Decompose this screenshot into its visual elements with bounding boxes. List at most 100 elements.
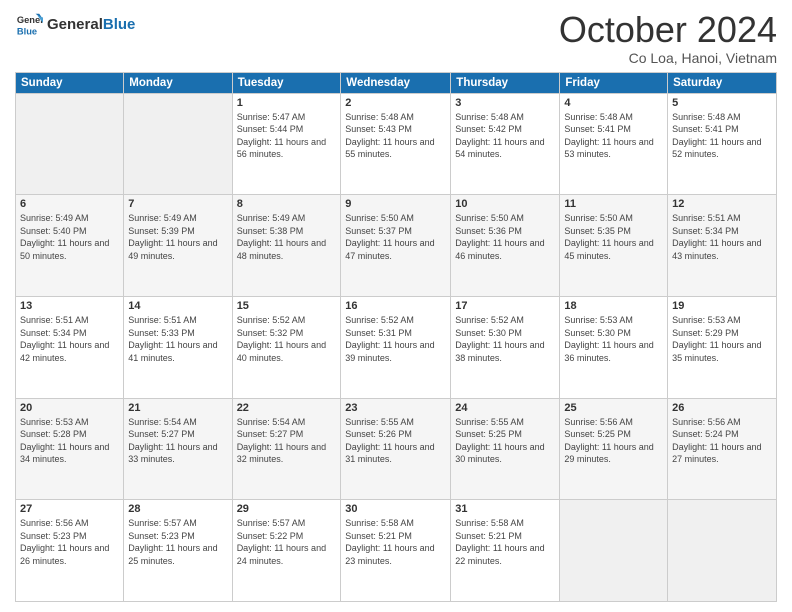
day-detail: Sunrise: 5:52 AMSunset: 5:31 PMDaylight:… <box>345 314 446 364</box>
cell-3-2: 22 Sunrise: 5:54 AMSunset: 5:27 PMDaylig… <box>232 398 341 500</box>
day-detail: Sunrise: 5:55 AMSunset: 5:25 PMDaylight:… <box>455 416 555 466</box>
col-friday: Friday <box>560 72 668 93</box>
day-number: 5 <box>672 97 772 109</box>
day-detail: Sunrise: 5:49 AMSunset: 5:38 PMDaylight:… <box>237 212 337 262</box>
day-detail: Sunrise: 5:54 AMSunset: 5:27 PMDaylight:… <box>128 416 227 466</box>
logo: General Blue General Blue <box>15 10 135 38</box>
day-detail: Sunrise: 5:49 AMSunset: 5:40 PMDaylight:… <box>20 212 119 262</box>
day-detail: Sunrise: 5:53 AMSunset: 5:28 PMDaylight:… <box>20 416 119 466</box>
day-number: 14 <box>128 300 227 312</box>
week-row-2: 13 Sunrise: 5:51 AMSunset: 5:34 PMDaylig… <box>16 296 777 398</box>
month-title: October 2024 <box>559 10 777 50</box>
day-number: 21 <box>128 402 227 414</box>
day-detail: Sunrise: 5:56 AMSunset: 5:23 PMDaylight:… <box>20 517 119 567</box>
header-row: Sunday Monday Tuesday Wednesday Thursday… <box>16 72 777 93</box>
day-detail: Sunrise: 5:51 AMSunset: 5:33 PMDaylight:… <box>128 314 227 364</box>
cell-1-2: 8 Sunrise: 5:49 AMSunset: 5:38 PMDayligh… <box>232 195 341 297</box>
day-number: 17 <box>455 300 555 312</box>
day-detail: Sunrise: 5:54 AMSunset: 5:27 PMDaylight:… <box>237 416 337 466</box>
week-row-3: 20 Sunrise: 5:53 AMSunset: 5:28 PMDaylig… <box>16 398 777 500</box>
day-number: 18 <box>564 300 663 312</box>
day-number: 10 <box>455 198 555 210</box>
day-number: 11 <box>564 198 663 210</box>
cell-2-5: 18 Sunrise: 5:53 AMSunset: 5:30 PMDaylig… <box>560 296 668 398</box>
cell-4-3: 30 Sunrise: 5:58 AMSunset: 5:21 PMDaylig… <box>341 500 451 602</box>
day-number: 19 <box>672 300 772 312</box>
cell-3-5: 25 Sunrise: 5:56 AMSunset: 5:25 PMDaylig… <box>560 398 668 500</box>
day-number: 27 <box>20 503 119 515</box>
day-number: 23 <box>345 402 446 414</box>
location: Co Loa, Hanoi, Vietnam <box>559 50 777 66</box>
cell-3-0: 20 Sunrise: 5:53 AMSunset: 5:28 PMDaylig… <box>16 398 124 500</box>
cell-2-2: 15 Sunrise: 5:52 AMSunset: 5:32 PMDaylig… <box>232 296 341 398</box>
header: General Blue General Blue October 2024 C… <box>15 10 777 66</box>
day-number: 3 <box>455 97 555 109</box>
title-block: October 2024 Co Loa, Hanoi, Vietnam <box>559 10 777 66</box>
day-number: 7 <box>128 198 227 210</box>
cell-1-5: 11 Sunrise: 5:50 AMSunset: 5:35 PMDaylig… <box>560 195 668 297</box>
cell-3-1: 21 Sunrise: 5:54 AMSunset: 5:27 PMDaylig… <box>124 398 232 500</box>
week-row-1: 6 Sunrise: 5:49 AMSunset: 5:40 PMDayligh… <box>16 195 777 297</box>
day-number: 2 <box>345 97 446 109</box>
day-number: 31 <box>455 503 555 515</box>
logo-general: General <box>47 16 103 33</box>
cell-3-4: 24 Sunrise: 5:55 AMSunset: 5:25 PMDaylig… <box>451 398 560 500</box>
cell-4-0: 27 Sunrise: 5:56 AMSunset: 5:23 PMDaylig… <box>16 500 124 602</box>
day-detail: Sunrise: 5:50 AMSunset: 5:36 PMDaylight:… <box>455 212 555 262</box>
day-detail: Sunrise: 5:57 AMSunset: 5:22 PMDaylight:… <box>237 517 337 567</box>
day-number: 16 <box>345 300 446 312</box>
day-detail: Sunrise: 5:50 AMSunset: 5:37 PMDaylight:… <box>345 212 446 262</box>
cell-0-5: 4 Sunrise: 5:48 AMSunset: 5:41 PMDayligh… <box>560 93 668 195</box>
day-detail: Sunrise: 5:56 AMSunset: 5:24 PMDaylight:… <box>672 416 772 466</box>
day-detail: Sunrise: 5:53 AMSunset: 5:29 PMDaylight:… <box>672 314 772 364</box>
day-number: 20 <box>20 402 119 414</box>
day-number: 8 <box>237 198 337 210</box>
cell-4-5 <box>560 500 668 602</box>
week-row-0: 1 Sunrise: 5:47 AMSunset: 5:44 PMDayligh… <box>16 93 777 195</box>
day-detail: Sunrise: 5:48 AMSunset: 5:42 PMDaylight:… <box>455 111 555 161</box>
day-detail: Sunrise: 5:51 AMSunset: 5:34 PMDaylight:… <box>672 212 772 262</box>
day-number: 4 <box>564 97 663 109</box>
day-detail: Sunrise: 5:52 AMSunset: 5:32 PMDaylight:… <box>237 314 337 364</box>
cell-1-3: 9 Sunrise: 5:50 AMSunset: 5:37 PMDayligh… <box>341 195 451 297</box>
day-number: 26 <box>672 402 772 414</box>
calendar-table: Sunday Monday Tuesday Wednesday Thursday… <box>15 72 777 602</box>
day-detail: Sunrise: 5:48 AMSunset: 5:41 PMDaylight:… <box>564 111 663 161</box>
day-number: 25 <box>564 402 663 414</box>
day-detail: Sunrise: 5:52 AMSunset: 5:30 PMDaylight:… <box>455 314 555 364</box>
cell-1-4: 10 Sunrise: 5:50 AMSunset: 5:36 PMDaylig… <box>451 195 560 297</box>
svg-text:Blue: Blue <box>17 26 37 36</box>
cell-3-6: 26 Sunrise: 5:56 AMSunset: 5:24 PMDaylig… <box>668 398 777 500</box>
cell-4-1: 28 Sunrise: 5:57 AMSunset: 5:23 PMDaylig… <box>124 500 232 602</box>
col-wednesday: Wednesday <box>341 72 451 93</box>
cell-1-0: 6 Sunrise: 5:49 AMSunset: 5:40 PMDayligh… <box>16 195 124 297</box>
logo-blue: Blue <box>103 16 136 33</box>
day-detail: Sunrise: 5:56 AMSunset: 5:25 PMDaylight:… <box>564 416 663 466</box>
cell-2-1: 14 Sunrise: 5:51 AMSunset: 5:33 PMDaylig… <box>124 296 232 398</box>
day-number: 30 <box>345 503 446 515</box>
day-detail: Sunrise: 5:49 AMSunset: 5:39 PMDaylight:… <box>128 212 227 262</box>
day-number: 28 <box>128 503 227 515</box>
day-number: 12 <box>672 198 772 210</box>
cell-0-3: 2 Sunrise: 5:48 AMSunset: 5:43 PMDayligh… <box>341 93 451 195</box>
day-number: 9 <box>345 198 446 210</box>
page: General Blue General Blue October 2024 C… <box>0 0 792 612</box>
cell-4-6 <box>668 500 777 602</box>
day-detail: Sunrise: 5:47 AMSunset: 5:44 PMDaylight:… <box>237 111 337 161</box>
cell-2-4: 17 Sunrise: 5:52 AMSunset: 5:30 PMDaylig… <box>451 296 560 398</box>
day-number: 24 <box>455 402 555 414</box>
day-detail: Sunrise: 5:55 AMSunset: 5:26 PMDaylight:… <box>345 416 446 466</box>
cell-4-2: 29 Sunrise: 5:57 AMSunset: 5:22 PMDaylig… <box>232 500 341 602</box>
col-saturday: Saturday <box>668 72 777 93</box>
col-sunday: Sunday <box>16 72 124 93</box>
cell-4-4: 31 Sunrise: 5:58 AMSunset: 5:21 PMDaylig… <box>451 500 560 602</box>
cell-2-6: 19 Sunrise: 5:53 AMSunset: 5:29 PMDaylig… <box>668 296 777 398</box>
day-number: 29 <box>237 503 337 515</box>
col-monday: Monday <box>124 72 232 93</box>
day-detail: Sunrise: 5:51 AMSunset: 5:34 PMDaylight:… <box>20 314 119 364</box>
cell-2-0: 13 Sunrise: 5:51 AMSunset: 5:34 PMDaylig… <box>16 296 124 398</box>
day-detail: Sunrise: 5:58 AMSunset: 5:21 PMDaylight:… <box>345 517 446 567</box>
day-detail: Sunrise: 5:58 AMSunset: 5:21 PMDaylight:… <box>455 517 555 567</box>
col-tuesday: Tuesday <box>232 72 341 93</box>
day-number: 22 <box>237 402 337 414</box>
